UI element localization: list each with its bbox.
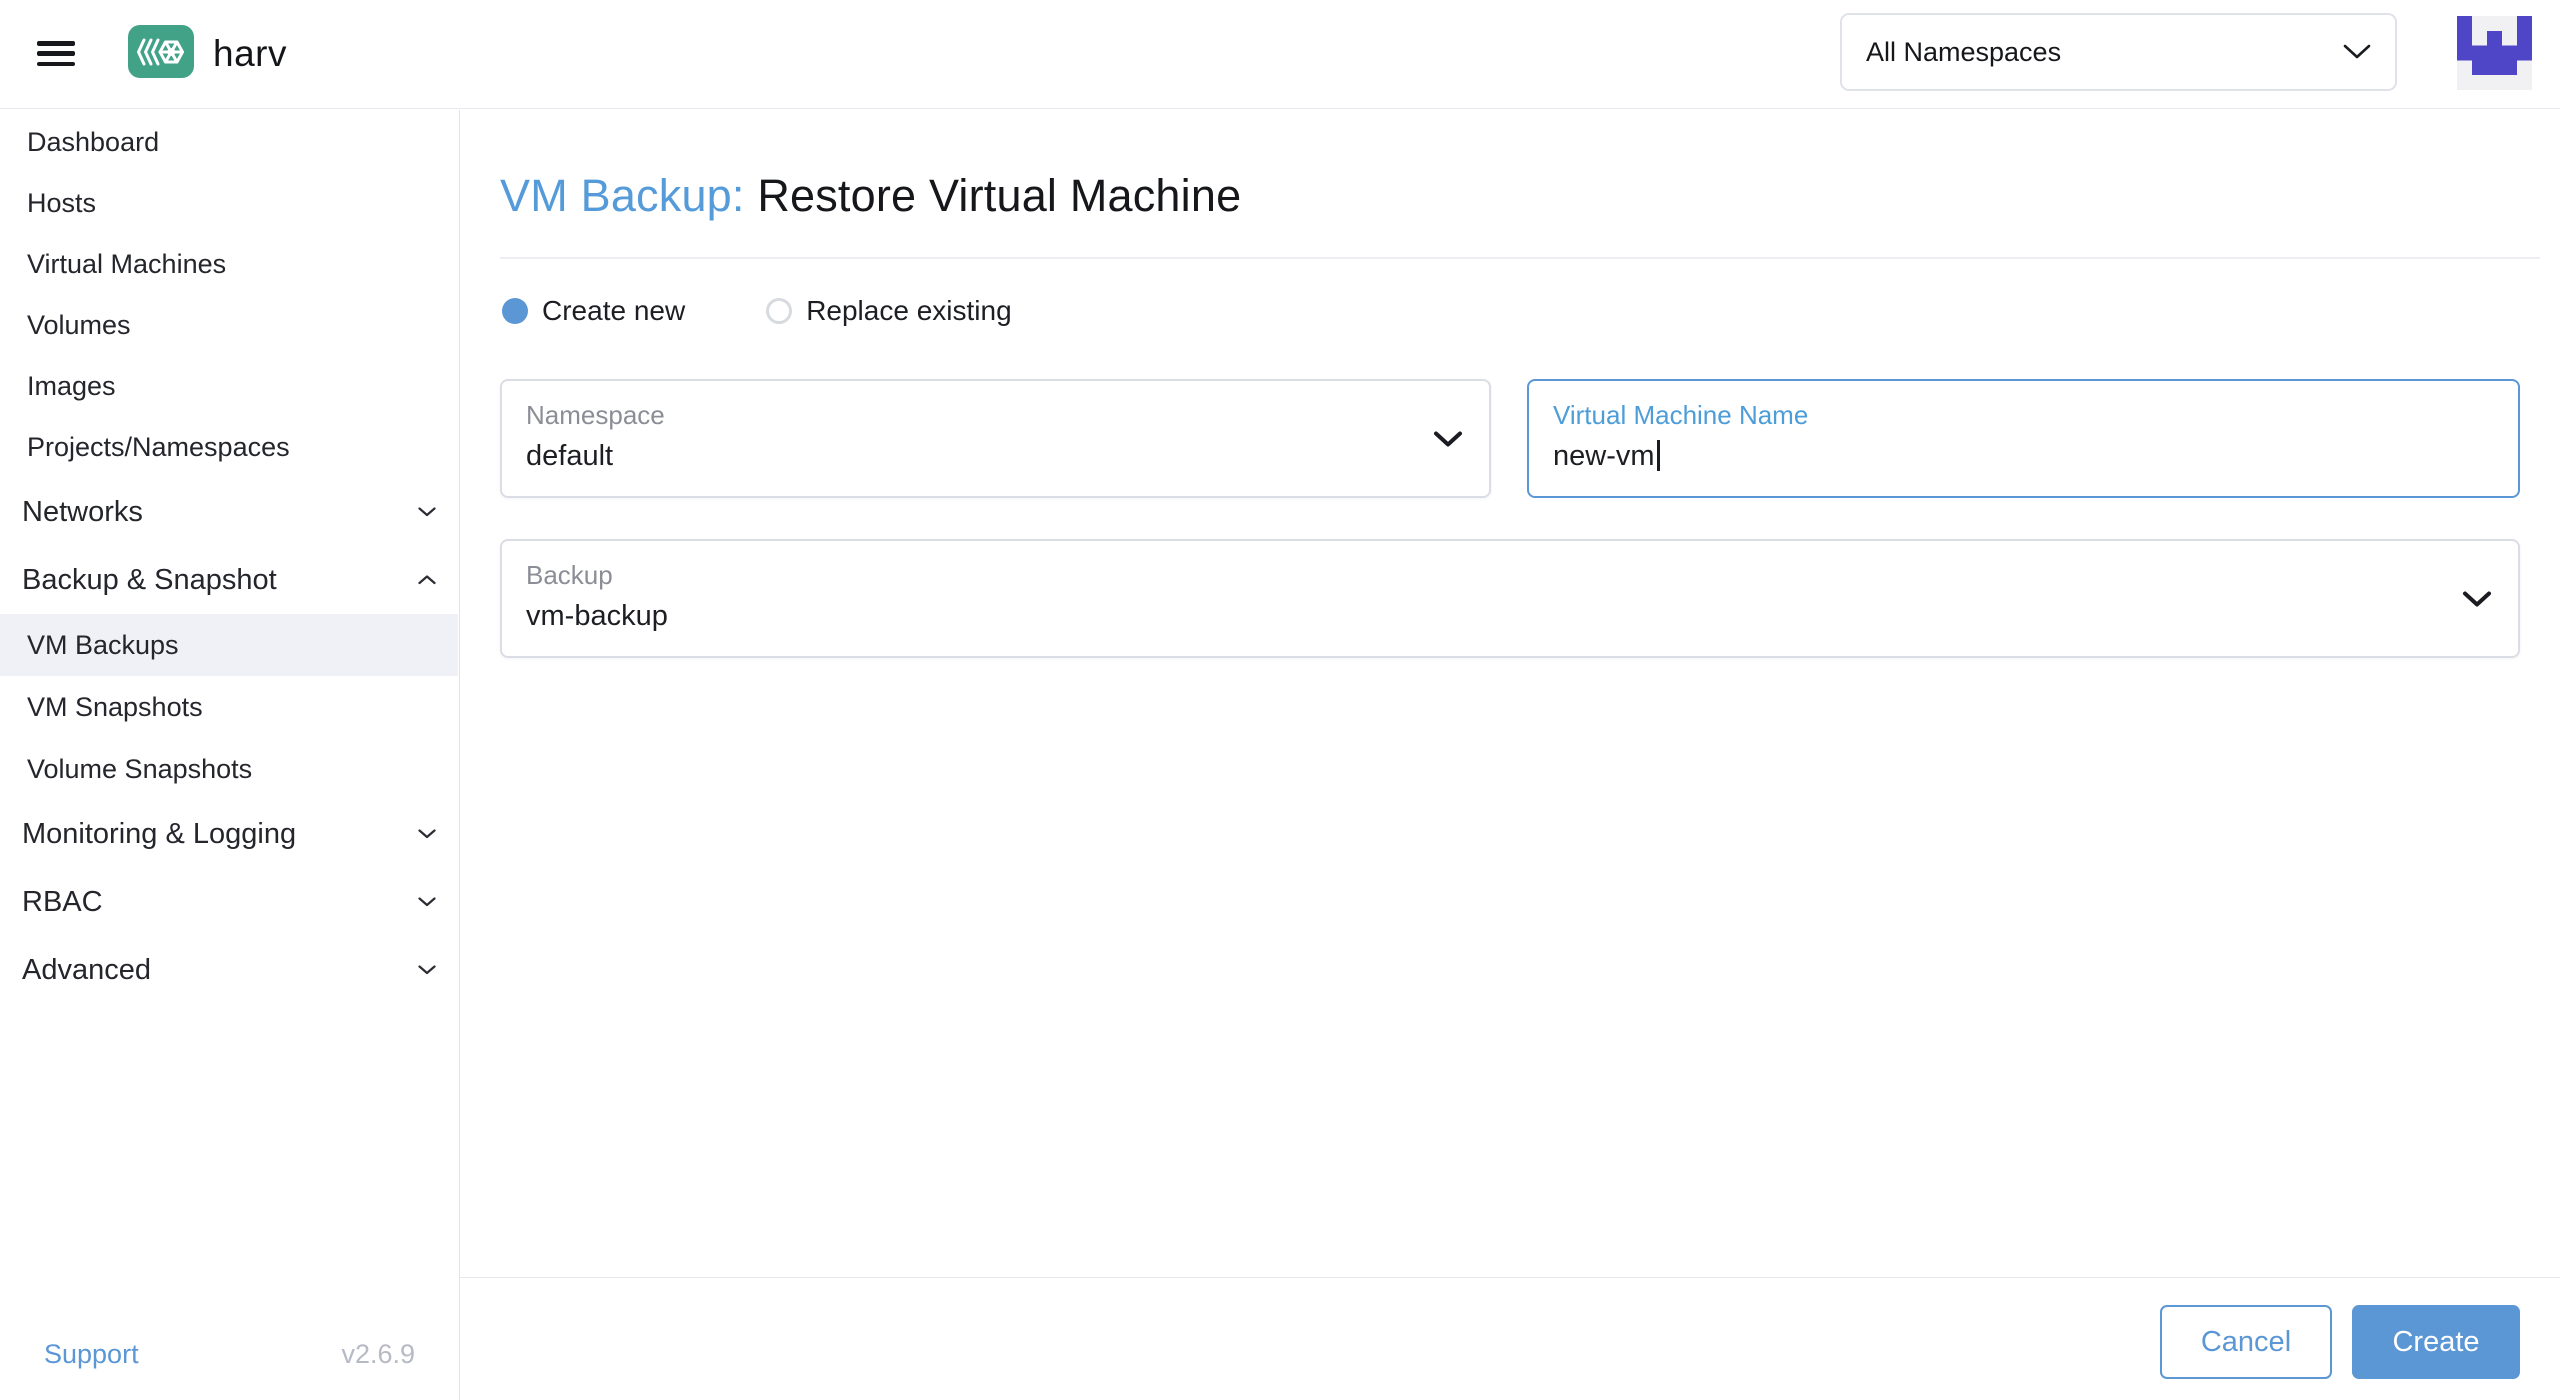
sidebar-footer: Support v2.6.9 (44, 1339, 415, 1370)
sidebar-group-advanced[interactable]: Advanced (0, 936, 458, 1004)
sidebar-nav: Dashboard Hosts Virtual Machines Volumes… (0, 112, 458, 1004)
top-header: harv All Namespaces (0, 0, 2560, 109)
cancel-button[interactable]: Cancel (2160, 1305, 2332, 1379)
sidebar-item-hosts[interactable]: Hosts (0, 173, 458, 234)
chevron-up-icon (418, 575, 436, 585)
namespace-dropdown[interactable]: Namespace default (500, 379, 1491, 498)
vm-name-input[interactable]: Virtual Machine Name new-vm (1527, 379, 2520, 498)
page-title: VM Backup: Restore Virtual Machine (500, 170, 1241, 222)
sidebar-item-dashboard[interactable]: Dashboard (0, 112, 458, 173)
radio-replace-existing[interactable]: Replace existing (766, 295, 1012, 327)
sidebar-group-monitoring-logging[interactable]: Monitoring & Logging (0, 800, 458, 868)
radio-create-new[interactable]: Create new (502, 295, 685, 327)
page-title-main: Restore Virtual Machine (757, 170, 1242, 221)
sidebar-item-images[interactable]: Images (0, 356, 458, 417)
sidebar-item-projects-namespaces[interactable]: Projects/Namespaces (0, 417, 458, 478)
chevron-down-icon (418, 829, 436, 839)
sidebar-item-virtual-machines[interactable]: Virtual Machines (0, 234, 458, 295)
action-footer: Cancel Create (460, 1277, 2560, 1400)
sidebar-group-networks[interactable]: Networks (0, 478, 458, 546)
title-divider (500, 257, 2540, 259)
page-title-prefix: VM Backup: (500, 170, 745, 221)
sidebar-group-backup-snapshot[interactable]: Backup & Snapshot (0, 546, 458, 614)
vm-name-value: new-vm (1553, 440, 1655, 472)
chevron-down-icon (418, 507, 436, 517)
chevron-down-icon (2343, 44, 2371, 60)
support-link[interactable]: Support (44, 1339, 139, 1370)
chevron-down-icon (418, 897, 436, 907)
namespace-filter-select[interactable]: All Namespaces (1840, 13, 2397, 91)
chevron-down-icon (2462, 590, 2492, 607)
namespace-filter-value: All Namespaces (1866, 36, 2062, 67)
sidebar-item-volume-snapshots[interactable]: Volume Snapshots (0, 738, 458, 800)
sidebar-group-rbac[interactable]: RBAC (0, 868, 458, 936)
backup-dropdown[interactable]: Backup vm-backup (500, 539, 2520, 658)
chevron-down-icon (418, 965, 436, 975)
radio-selected-icon (502, 298, 528, 324)
radio-unselected-icon (766, 298, 793, 324)
harvester-logo-icon[interactable] (128, 25, 194, 78)
main-content: VM Backup: Restore Virtual Machine Creat… (460, 110, 2560, 1400)
chevron-down-icon (1433, 430, 1463, 447)
sidebar-item-volumes[interactable]: Volumes (0, 295, 458, 356)
create-button[interactable]: Create (2352, 1305, 2520, 1379)
user-avatar[interactable] (2457, 16, 2532, 90)
restore-mode-radio-group: Create new Replace existing (502, 295, 1012, 327)
hamburger-menu-icon[interactable] (37, 41, 75, 66)
sidebar-item-vm-snapshots[interactable]: VM Snapshots (0, 676, 458, 738)
version-text: v2.6.9 (341, 1339, 415, 1369)
text-cursor (1656, 439, 1660, 471)
sidebar-item-vm-backups[interactable]: VM Backups (0, 614, 458, 676)
brand-name: harv (213, 33, 287, 74)
app-window: harv All Namespaces Dashboard Hosts Virt… (0, 0, 2560, 1400)
sidebar: Dashboard Hosts Virtual Machines Volumes… (0, 110, 460, 1400)
